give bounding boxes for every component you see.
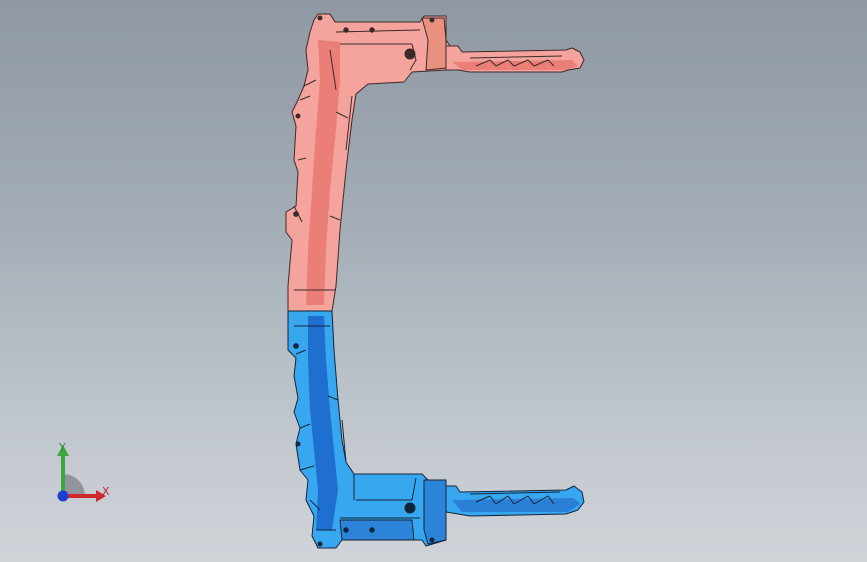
z-axis-dot [57, 490, 69, 502]
cad-model[interactable] [0, 0, 867, 562]
graphics-viewport[interactable]: Y X [0, 0, 867, 562]
x-axis-label: X [102, 485, 110, 498]
coordinate-triad-icon[interactable]: Y X [48, 440, 118, 510]
lower-rail-part[interactable] [287, 310, 585, 549]
upper-rail-part[interactable] [285, 13, 585, 312]
y-axis-label: Y [59, 441, 66, 454]
